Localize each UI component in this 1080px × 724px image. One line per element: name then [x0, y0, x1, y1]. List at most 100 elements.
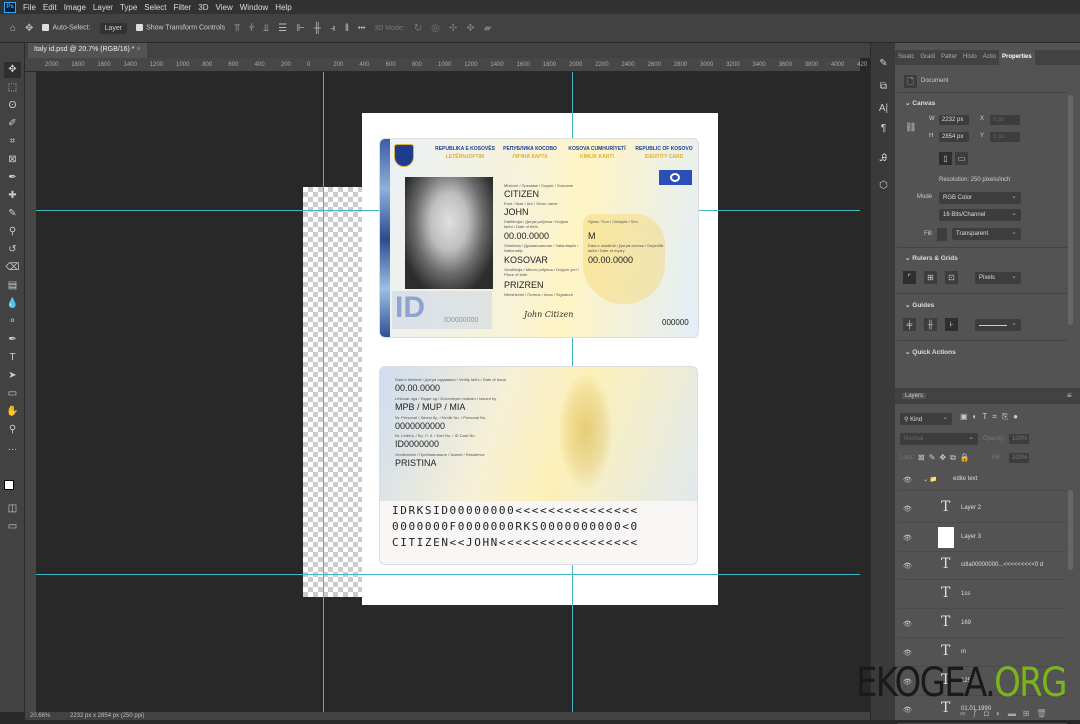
- crop-tool-icon[interactable]: ⌗: [4, 134, 21, 150]
- blend-mode-select[interactable]: Normal: [900, 433, 978, 445]
- guide-style-select[interactable]: [975, 319, 1021, 331]
- history-brush-tool-icon[interactable]: ↺: [4, 242, 21, 258]
- link-dimensions-icon[interactable]: ⛓: [905, 122, 916, 133]
- visibility-eye-icon[interactable]: 👁: [903, 505, 912, 513]
- visibility-eye-icon[interactable]: 👁: [903, 534, 912, 542]
- eyedropper-tool-icon[interactable]: ✒: [4, 170, 21, 186]
- rulers-grids-section[interactable]: ⌄ Rulers & Grids: [905, 254, 958, 262]
- properties-scrollbar[interactable]: [1068, 95, 1073, 325]
- 3d-roll-icon[interactable]: ◎: [431, 23, 440, 34]
- align-top-icon[interactable]: ⫪: [234, 23, 240, 34]
- menu-view[interactable]: View: [216, 3, 233, 12]
- menu-type[interactable]: Type: [120, 3, 137, 12]
- layer-row[interactable]: T 1ss: [897, 581, 1067, 610]
- screen-mode-icon[interactable]: ▭: [4, 519, 21, 535]
- clone-source-icon[interactable]: ⧉: [876, 81, 891, 96]
- layer-row[interactable]: 👁 T Layer 2: [897, 495, 1067, 523]
- lock-icons[interactable]: ⊠✎✥⧉🔒: [918, 453, 974, 463]
- menu-window[interactable]: Window: [240, 3, 268, 12]
- menu-select[interactable]: Select: [144, 3, 166, 12]
- healing-tool-icon[interactable]: ✚: [4, 188, 21, 204]
- document-size[interactable]: 2232 px x 2854 px (250 ppi): [70, 713, 144, 719]
- brush-settings-icon[interactable]: ✎: [876, 58, 891, 73]
- grid-toggle-icon[interactable]: ⊞: [924, 271, 937, 284]
- align-hcenter-icon[interactable]: ╫: [314, 23, 321, 34]
- lock-guides-icon[interactable]: ╫: [924, 318, 937, 331]
- panel-tab-gradi[interactable]: Gradi: [917, 50, 938, 65]
- document-tab[interactable]: Italy id.psd @ 20.7% (RGB/16) * ×: [28, 43, 147, 58]
- menu-image[interactable]: Image: [64, 3, 86, 12]
- new-guide-layout-icon[interactable]: ⊦: [945, 318, 958, 331]
- eraser-tool-icon[interactable]: ⌫: [4, 260, 21, 276]
- 3d-pan-icon[interactable]: ✣: [449, 23, 457, 34]
- panel-tab-properties[interactable]: Properties: [999, 50, 1035, 65]
- horizontal-ruler[interactable]: 2000 1800 1600 1400 1200 1000 800 600 400 200 0 200…: [25, 58, 867, 72]
- gradient-tool-icon[interactable]: ▤: [4, 278, 21, 294]
- rectangle-tool-icon[interactable]: ▭: [4, 386, 21, 402]
- vertical-guide[interactable]: [323, 72, 324, 712]
- layer-row[interactable]: 👁 Tcitla00000000...<<<<<<<<<0 d: [897, 552, 1067, 581]
- pen-tool-icon[interactable]: ✒: [4, 332, 21, 348]
- opacity-input[interactable]: 100%: [1009, 434, 1029, 444]
- menu-3d[interactable]: 3D: [198, 3, 208, 12]
- foreground-color-swatch[interactable]: [4, 480, 14, 490]
- layers-scrollbar[interactable]: [1068, 490, 1073, 570]
- filter-kind-select[interactable]: ⚲ Kind: [900, 413, 952, 425]
- path-select-tool-icon[interactable]: ➤: [4, 368, 21, 384]
- close-tab-icon[interactable]: ×: [136, 46, 140, 53]
- panel-tab-patter[interactable]: Patter: [938, 50, 960, 65]
- 3d-slide-icon[interactable]: ✥: [466, 23, 474, 34]
- align-right-icon[interactable]: ⫣: [330, 23, 336, 34]
- fill-input[interactable]: 100%: [1009, 453, 1029, 463]
- align-left-icon[interactable]: ⊩: [296, 23, 305, 34]
- hand-tool-icon[interactable]: ✋: [4, 404, 21, 420]
- distribute-icon[interactable]: ☰: [278, 23, 287, 34]
- distribute-h-icon[interactable]: ‖: [345, 23, 349, 34]
- dodge-tool-icon[interactable]: ⚬: [4, 314, 21, 330]
- marquee-tool-icon[interactable]: ⬚: [4, 80, 21, 96]
- show-transform-checkbox[interactable]: Show Transform Controls: [136, 24, 225, 32]
- visibility-eye-icon[interactable]: 👁: [903, 649, 912, 657]
- brush-tool-icon[interactable]: ✎: [4, 206, 21, 222]
- 3d-rotate-icon[interactable]: ↻: [414, 23, 422, 34]
- layer-row[interactable]: 👁 ⌄ 📁 edite text: [897, 466, 1067, 491]
- quick-mask-icon[interactable]: ◫: [4, 501, 21, 517]
- auto-select-checkbox[interactable]: Auto-Select:: [42, 24, 91, 32]
- bit-depth-select[interactable]: 16 Bits/Channel: [939, 209, 1021, 221]
- move-tool-icon[interactable]: ✥: [4, 62, 21, 78]
- vertical-ruler[interactable]: [25, 72, 36, 712]
- guides-toggle-icon[interactable]: ╪: [903, 318, 916, 331]
- x-input[interactable]: 0 px: [990, 115, 1020, 125]
- panel-tab-histo[interactable]: Histo: [960, 50, 980, 65]
- home-icon[interactable]: ⌂: [10, 23, 16, 34]
- panel-menu-icon[interactable]: ≡: [1067, 391, 1072, 400]
- move-tool-icon[interactable]: ✥: [25, 23, 33, 34]
- layer-row[interactable]: 👁 T 169: [897, 610, 1067, 638]
- color-mode-select[interactable]: RGB Color: [939, 192, 1021, 204]
- layer-select[interactable]: Layer: [99, 22, 128, 34]
- panel-tab-actio[interactable]: Actio: [980, 50, 999, 65]
- y-input[interactable]: 0 px: [990, 132, 1020, 142]
- lasso-tool-icon[interactable]: ʘ: [4, 98, 21, 114]
- height-input[interactable]: 2854 px: [939, 132, 969, 142]
- quick-select-tool-icon[interactable]: ✐: [4, 116, 21, 132]
- 3d-icon[interactable]: ⬡: [876, 180, 891, 195]
- visibility-eye-icon[interactable]: 👁: [903, 476, 912, 484]
- menu-filter[interactable]: Filter: [174, 3, 192, 12]
- landscape-orientation-button[interactable]: ▭: [955, 152, 968, 165]
- clone-stamp-tool-icon[interactable]: ⚲: [4, 224, 21, 240]
- ruler-toggle-icon[interactable]: ⌜: [903, 271, 916, 284]
- pixel-grid-icon[interactable]: ⊡: [945, 271, 958, 284]
- character-icon[interactable]: A|: [876, 103, 891, 118]
- zoom-level[interactable]: 20.66%: [30, 713, 50, 719]
- quick-actions-section[interactable]: ⌄ Quick Actions: [905, 348, 956, 356]
- 3d-scale-icon[interactable]: ▰: [484, 23, 492, 34]
- zoom-tool-icon[interactable]: ⚲: [4, 422, 21, 438]
- visibility-eye-icon[interactable]: 👁: [903, 562, 912, 570]
- units-select[interactable]: Pixels: [975, 272, 1021, 284]
- horizontal-guide[interactable]: [36, 574, 860, 575]
- menu-file[interactable]: File: [23, 3, 36, 12]
- blur-tool-icon[interactable]: 💧: [4, 296, 21, 312]
- guides-section[interactable]: ⌄ Guides: [905, 301, 934, 309]
- menu-edit[interactable]: Edit: [43, 3, 57, 12]
